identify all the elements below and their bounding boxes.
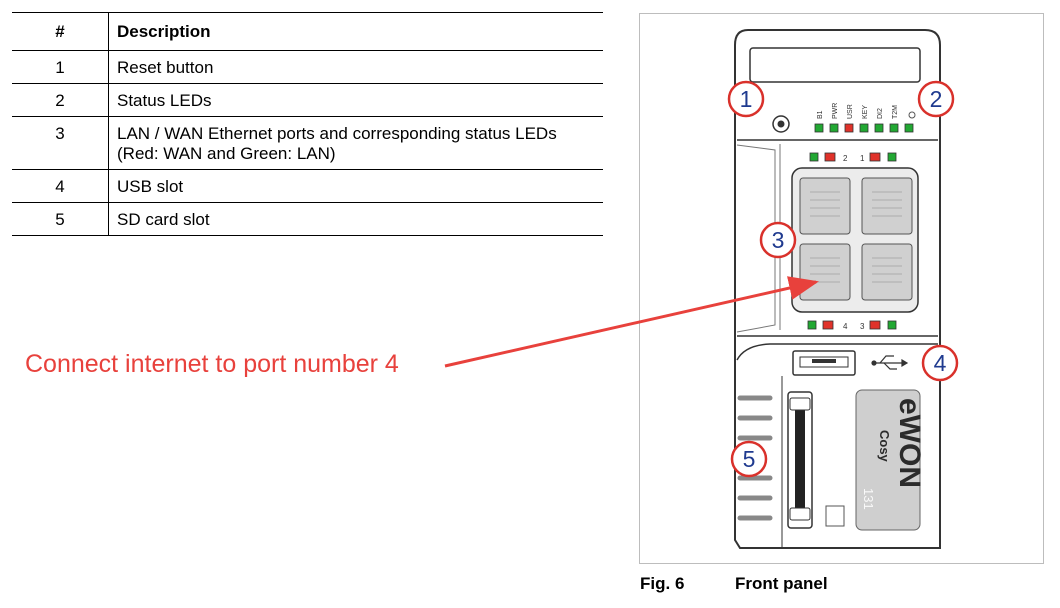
- led-label-key: KEY: [862, 105, 869, 119]
- ethernet-port-1: [861, 177, 913, 235]
- brand-model-text: Cosy: [877, 430, 892, 463]
- brand-logo-text: eWON: [893, 398, 926, 488]
- marker-2-label: 2: [930, 86, 943, 112]
- led-label-t2m: T2M: [892, 105, 899, 119]
- led-label-usr: USR: [847, 104, 854, 119]
- figure-label: Fig. 6: [640, 574, 685, 593]
- port-number-1: 1: [860, 154, 865, 163]
- brand-model-number: 131: [861, 488, 876, 510]
- device-top-clip: [749, 47, 921, 83]
- front-panel-drawing: B1 PWR USR KEY DI2 T2M 2 1 4 3 eWON Cosy…: [444, 29, 959, 549]
- ethernet-port-3: [861, 243, 913, 301]
- led-label-b1: B1: [817, 110, 824, 119]
- port-number-4: 4: [843, 322, 848, 331]
- led-label-pwr: PWR: [832, 103, 839, 119]
- marker-3-label: 3: [772, 227, 785, 253]
- marker-4-label: 4: [934, 350, 947, 376]
- ethernet-port-4: [799, 243, 851, 301]
- ethernet-port-2: [799, 177, 851, 235]
- marker-1-label: 1: [740, 86, 753, 112]
- status-leds: [814, 123, 914, 133]
- led-label-di2: DI2: [877, 108, 884, 119]
- marker-5-label: 5: [743, 446, 756, 472]
- figure-title: Front panel: [735, 574, 828, 593]
- port-number-2: 2: [843, 154, 848, 163]
- port-number-3: 3: [860, 322, 865, 331]
